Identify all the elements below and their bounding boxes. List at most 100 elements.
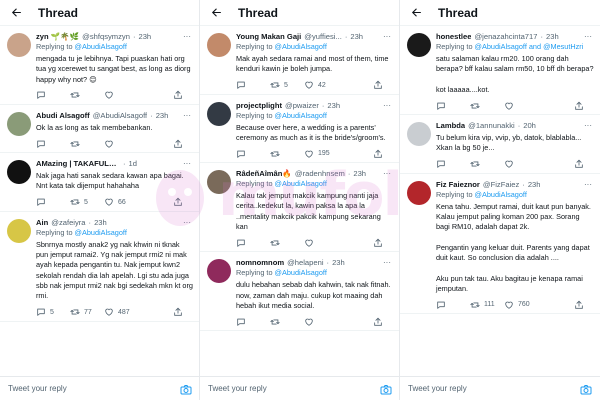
- tweet-timestamp[interactable]: 23h: [138, 32, 151, 42]
- camera-icon[interactable]: [580, 383, 592, 395]
- retweet-button[interactable]: 77: [70, 307, 104, 317]
- mention-link[interactable]: @AbudiAlsagoff: [75, 228, 127, 237]
- retweet-button[interactable]: [270, 317, 304, 327]
- more-options-icon[interactable]: ···: [183, 32, 193, 42]
- more-options-icon[interactable]: ···: [584, 180, 594, 190]
- mention-link[interactable]: @AbudiAlsagoff: [275, 268, 327, 277]
- author-name[interactable]: AMazing | TAKAFULution...: [36, 159, 120, 169]
- retweet-button[interactable]: 5: [270, 80, 304, 90]
- avatar[interactable]: [7, 160, 31, 185]
- share-button[interactable]: [173, 139, 187, 149]
- reply-button[interactable]: [436, 101, 470, 111]
- avatar[interactable]: [207, 101, 231, 126]
- mention-link[interactable]: @AbudiAlsagoff and @MesutHzri: [475, 42, 584, 51]
- author-name[interactable]: honestlee: [436, 32, 471, 42]
- more-options-icon[interactable]: ···: [383, 32, 393, 42]
- reply-button[interactable]: [36, 90, 70, 100]
- reply-button[interactable]: [36, 139, 70, 149]
- mention-link[interactable]: @AbudiAlsagoff: [75, 42, 127, 51]
- tweet-timestamp[interactable]: 20h: [523, 121, 536, 131]
- retweet-button[interactable]: [470, 159, 504, 169]
- mention-link[interactable]: @AbudiAlsagoff: [475, 190, 527, 199]
- author-handle[interactable]: @yuffiesi...: [304, 32, 342, 42]
- back-arrow-icon[interactable]: [8, 5, 24, 21]
- retweet-button[interactable]: [70, 139, 104, 149]
- share-button[interactable]: [574, 159, 588, 169]
- more-options-icon[interactable]: ···: [584, 32, 594, 42]
- camera-icon[interactable]: [180, 383, 192, 395]
- back-arrow-icon[interactable]: [208, 5, 224, 21]
- share-button[interactable]: [574, 300, 588, 310]
- tweet-timestamp[interactable]: 1d: [129, 159, 137, 169]
- reply-input[interactable]: Tweet your reply: [408, 384, 467, 393]
- avatar[interactable]: [7, 111, 31, 136]
- author-handle[interactable]: @AbudiAlsagoff: [93, 111, 147, 121]
- retweet-button[interactable]: 111: [470, 300, 504, 310]
- author-handle[interactable]: @shfqsymzyn: [82, 32, 130, 42]
- reply-button[interactable]: [436, 300, 470, 310]
- avatar[interactable]: [407, 33, 431, 57]
- retweet-button[interactable]: [70, 90, 104, 100]
- retweet-button[interactable]: 5: [70, 197, 104, 207]
- tweet-timestamp[interactable]: 23h: [350, 32, 363, 42]
- reply-button[interactable]: [36, 197, 70, 207]
- author-name[interactable]: nomnomnom: [236, 258, 284, 268]
- reply-button[interactable]: [236, 80, 270, 90]
- author-name[interactable]: Young Makan Gaji: [236, 32, 301, 42]
- author-handle[interactable]: @1annunakki: [468, 121, 515, 131]
- avatar[interactable]: [407, 122, 431, 147]
- share-button[interactable]: [574, 101, 588, 111]
- avatar[interactable]: [207, 33, 231, 57]
- tweet[interactable]: Abudi Alsagoff @AbudiAlsagoff · 23h ··· Ok la…: [0, 105, 199, 154]
- avatar[interactable]: [7, 33, 31, 57]
- tweet-timestamp[interactable]: 23h: [327, 101, 340, 111]
- more-options-icon[interactable]: ···: [383, 101, 393, 111]
- author-handle[interactable]: @pwaizer: [285, 101, 319, 111]
- avatar[interactable]: [7, 218, 31, 243]
- author-handle[interactable]: @FizFaiez: [483, 180, 519, 190]
- tweet[interactable]: Young Makan Gaji @yuffiesi... · 23h ··· Reply…: [200, 26, 399, 95]
- like-button[interactable]: 66: [104, 197, 138, 207]
- like-button[interactable]: 42: [304, 80, 338, 90]
- like-button[interactable]: [104, 139, 138, 149]
- tweet[interactable]: nomnomnom @helapeni · 23h ··· Replying to @Ab…: [200, 252, 399, 332]
- retweet-button[interactable]: [470, 101, 504, 111]
- share-button[interactable]: [173, 90, 187, 100]
- reply-input[interactable]: Tweet your reply: [8, 384, 67, 393]
- like-button[interactable]: [504, 159, 538, 169]
- more-options-icon[interactable]: ···: [183, 111, 193, 121]
- reply-composer[interactable]: Tweet your reply: [200, 376, 399, 400]
- mention-link[interactable]: @AbudiAlsagoff: [275, 42, 327, 51]
- reply-composer[interactable]: Tweet your reply: [400, 376, 600, 400]
- avatar[interactable]: [207, 259, 231, 284]
- more-options-icon[interactable]: ···: [383, 258, 393, 268]
- share-button[interactable]: [373, 317, 387, 327]
- reply-button[interactable]: 5: [36, 307, 70, 317]
- like-button[interactable]: [304, 317, 338, 327]
- like-button[interactable]: [104, 90, 138, 100]
- tweet-timestamp[interactable]: 23h: [94, 218, 107, 228]
- tweet[interactable]: zyn 🌱🌴🌿 @shfqsymzyn · 23h ··· Replying to @Ab…: [0, 26, 199, 105]
- author-handle[interactable]: @zafeiyra: [51, 218, 85, 228]
- tweet-timestamp[interactable]: 23h: [528, 180, 541, 190]
- author-name[interactable]: Abudi Alsagoff: [36, 111, 90, 121]
- back-arrow-icon[interactable]: [408, 5, 424, 21]
- share-button[interactable]: [373, 80, 387, 90]
- like-button[interactable]: 760: [504, 300, 538, 310]
- reply-input[interactable]: Tweet your reply: [208, 384, 267, 393]
- author-handle[interactable]: @helapeni: [287, 258, 323, 268]
- mention-link[interactable]: @AbudiAlsagoff: [275, 111, 327, 120]
- author-name[interactable]: Lambda: [436, 121, 465, 131]
- author-handle[interactable]: @jenazahcinta717: [474, 32, 537, 42]
- author-name[interactable]: zyn 🌱🌴🌿: [36, 32, 79, 42]
- reply-button[interactable]: [236, 317, 270, 327]
- tweet[interactable]: honestlee @jenazahcinta717 · 23h ··· Replying…: [400, 26, 600, 116]
- reply-composer[interactable]: Tweet your reply: [0, 376, 199, 400]
- author-name[interactable]: Ain: [36, 218, 48, 228]
- tweet-timestamp[interactable]: 23h: [332, 258, 345, 268]
- like-button[interactable]: [504, 101, 538, 111]
- tweet-timestamp[interactable]: 23h: [546, 32, 559, 42]
- camera-icon[interactable]: [380, 383, 392, 395]
- like-button[interactable]: 487: [104, 307, 138, 317]
- share-button[interactable]: [173, 307, 187, 317]
